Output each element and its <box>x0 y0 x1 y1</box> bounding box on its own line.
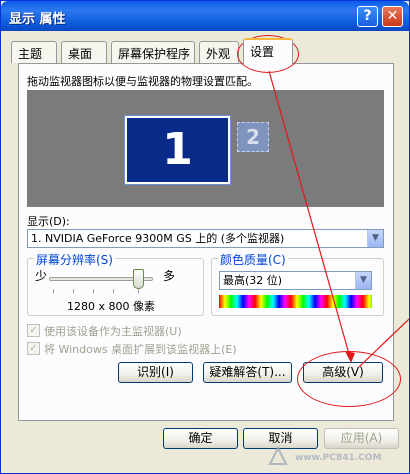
monitor-2-icon[interactable]: 2 <box>237 122 269 152</box>
slider-tick <box>113 289 114 293</box>
identify-button[interactable]: 识别(I) <box>118 362 193 383</box>
display-label: 显示(D): <box>27 215 70 228</box>
resolution-more-label: 多 <box>163 269 176 283</box>
extend-desktop-checkbox[interactable]: ✓ <box>27 342 40 355</box>
color-spectrum-bar <box>219 295 372 308</box>
color-quality-value: 最高(32 位) <box>223 274 283 287</box>
slider-tick <box>53 289 54 293</box>
extend-desktop-label: 将 Windows 桌面扩展到该监视器上(E) <box>44 343 237 356</box>
chevron-down-icon[interactable]: ▼ <box>367 230 383 247</box>
primary-monitor-label: 使用该设备作为主监视器(U) <box>44 325 182 338</box>
display-properties-window: 显示 属性 ? ✕ 主题 桌面 屏幕保护程序 外观 设置 拖动监视器图标以便与监… <box>0 0 410 474</box>
watermark-site: www.PC841.COM <box>295 453 382 463</box>
site-watermark: www.PC841.COM <box>268 439 395 473</box>
close-button[interactable]: ✕ <box>382 6 403 27</box>
window-title: 显示 属性 <box>9 12 66 27</box>
display-select[interactable]: 1. NVIDIA GeForce 9300M GS 上的 (多个监视器) ▼ <box>27 229 384 248</box>
tab-screensaver[interactable]: 屏幕保护程序 <box>111 41 195 63</box>
title-bar[interactable]: 显示 属性 ? ✕ <box>1 1 409 31</box>
monitor-1-number: 1 <box>162 124 193 175</box>
tab-settings[interactable]: 设置 <box>243 38 293 64</box>
tab-appearance[interactable]: 外观 <box>199 41 239 63</box>
color-quality-group-title: 颜色质量(C) <box>218 251 288 268</box>
monitor-2-number: 2 <box>246 125 260 149</box>
help-button[interactable]: ? <box>357 6 378 27</box>
resolution-value: 1280 x 800 像素 <box>67 300 155 313</box>
tab-themes[interactable]: 主题 <box>11 41 57 63</box>
watermark-logo-icon <box>268 445 288 465</box>
slider-tick <box>73 289 74 293</box>
chevron-down-icon[interactable]: ▼ <box>355 272 371 289</box>
ok-button[interactable]: 确定 <box>163 428 238 449</box>
instruction-text: 拖动监视器图标以便与监视器的物理设置匹配。 <box>27 75 258 88</box>
color-quality-select[interactable]: 最高(32 位) ▼ <box>219 271 372 290</box>
tab-desktop[interactable]: 桌面 <box>61 41 107 63</box>
troubleshoot-button[interactable]: 疑难解答(T)... <box>203 362 292 383</box>
resolution-less-label: 少 <box>35 269 48 283</box>
display-select-value: 1. NVIDIA GeForce 9300M GS 上的 (多个监视器) <box>31 232 285 245</box>
primary-monitor-checkbox[interactable]: ✓ <box>27 324 40 337</box>
resolution-slider-thumb[interactable] <box>133 269 144 289</box>
slider-tick <box>93 289 94 293</box>
resolution-group-title: 屏幕分辨率(S) <box>34 251 115 268</box>
monitor-1-icon[interactable]: 1 <box>124 115 231 185</box>
annotation-circle-advanced <box>297 351 401 407</box>
slider-tick <box>138 289 139 293</box>
